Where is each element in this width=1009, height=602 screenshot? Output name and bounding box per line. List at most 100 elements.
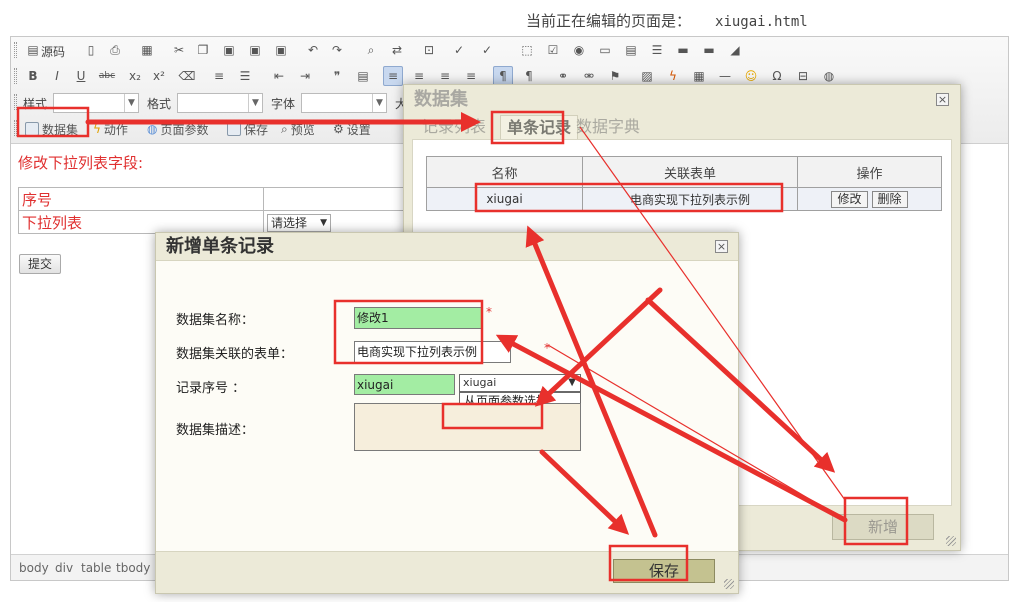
find-icon[interactable]: ⌕: [361, 40, 381, 60]
path-tbody[interactable]: tbody: [116, 561, 150, 575]
spellcheck-icon[interactable]: ✓: [449, 40, 469, 60]
font-combo[interactable]: ▼: [301, 93, 387, 113]
save-button[interactable]: 保存: [613, 559, 715, 583]
preview-button[interactable]: ⌕ 预览: [281, 119, 315, 139]
dataset-form-label: 数据集关联的表单：: [176, 347, 294, 362]
underline-icon[interactable]: U: [71, 66, 91, 86]
align-center-icon[interactable]: ≡: [409, 66, 429, 86]
copy-icon[interactable]: ❐: [193, 40, 213, 60]
unlink-icon[interactable]: ⚮: [579, 66, 599, 86]
numbered-list-icon[interactable]: ≡: [209, 66, 229, 86]
action-button[interactable]: ϟ 动作: [93, 119, 128, 139]
form-icon[interactable]: ⬚: [517, 40, 537, 60]
paste-word-icon[interactable]: ▣: [271, 40, 291, 60]
new-record-dialog-footer: 保存: [156, 551, 738, 593]
cell-form: 电商实现下拉列表示例: [582, 187, 798, 211]
style-combo[interactable]: ▼: [53, 93, 139, 113]
textfield-icon[interactable]: ▭: [595, 40, 615, 60]
strike-icon[interactable]: abc: [97, 66, 117, 86]
indent-icon[interactable]: ⇥: [295, 66, 315, 86]
path-body[interactable]: body: [19, 561, 49, 575]
new-page-icon[interactable]: ▯: [81, 40, 101, 60]
cut-icon[interactable]: ✂: [169, 40, 189, 60]
spellcheck-menu-icon[interactable]: ✓: [477, 40, 497, 60]
dropdown-select[interactable]: 请选择 ▼: [267, 213, 331, 232]
replace-icon[interactable]: ⇄: [387, 40, 407, 60]
select-field-icon[interactable]: ☰: [647, 40, 667, 60]
resize-grip-icon[interactable]: [724, 579, 734, 589]
bulleted-list-icon[interactable]: ☰: [235, 66, 255, 86]
smiley-icon[interactable]: ☺: [741, 66, 761, 86]
toolbar-grip: [14, 42, 17, 58]
outdent-icon[interactable]: ⇤: [269, 66, 289, 86]
paste-text-icon[interactable]: ▣: [245, 40, 265, 60]
record-seq-input[interactable]: xiugai: [354, 374, 455, 395]
undo-icon[interactable]: ↶: [303, 40, 323, 60]
table-icon[interactable]: ▦: [689, 66, 709, 86]
resize-grip-icon[interactable]: [946, 536, 956, 546]
blockquote-icon[interactable]: ❞: [327, 66, 347, 86]
close-icon[interactable]: ×: [936, 93, 949, 106]
dataset-form-input[interactable]: 电商实现下拉列表示例: [354, 341, 511, 363]
page-break-icon[interactable]: ⊟: [793, 66, 813, 86]
paste-icon[interactable]: ▣: [219, 40, 239, 60]
source-button[interactable]: 源码: [41, 43, 65, 60]
record-seq-label: 记录序号 ：: [176, 381, 246, 396]
rtl-icon[interactable]: ¶: [519, 66, 539, 86]
iframe-icon[interactable]: ◍: [819, 66, 839, 86]
textarea-icon[interactable]: ▤: [621, 40, 641, 60]
radio-icon[interactable]: ◉: [569, 40, 589, 60]
anchor-icon[interactable]: ⚑: [605, 66, 625, 86]
redo-icon[interactable]: ↷: [327, 40, 347, 60]
image-icon[interactable]: ▨: [637, 66, 657, 86]
superscript-icon[interactable]: x²: [149, 66, 169, 86]
div-icon[interactable]: ▤: [353, 66, 373, 86]
settings-button[interactable]: ⚙ 设置: [333, 119, 371, 139]
col-form: 关联表单: [582, 156, 798, 188]
settings-icon: ⚙: [333, 122, 344, 136]
select-all-icon[interactable]: ⊡: [419, 40, 439, 60]
align-left-icon[interactable]: ≡: [383, 66, 403, 86]
hidden-field-icon[interactable]: ◢: [725, 40, 745, 60]
dropdown-arrow-icon: ▼: [124, 94, 138, 112]
image-button-icon[interactable]: ▬: [699, 40, 719, 60]
template-icon[interactable]: ▦: [137, 40, 157, 60]
add-button[interactable]: 新增: [832, 514, 934, 540]
ltr-icon[interactable]: ¶: [493, 66, 513, 86]
tab-record-list[interactable]: 记录列表: [416, 115, 492, 139]
tab-single-record[interactable]: 单条记录: [500, 115, 579, 139]
page-params-button[interactable]: ◍ 页面参数: [147, 119, 209, 139]
save-toolbar-button[interactable]: 保存: [227, 119, 268, 139]
edit-button[interactable]: 修改: [831, 190, 868, 208]
justify-icon[interactable]: ≡: [461, 66, 481, 86]
checkbox-icon[interactable]: ☑: [543, 40, 563, 60]
dataset-desc-textarea[interactable]: [354, 403, 581, 451]
bold-icon[interactable]: B: [23, 66, 43, 86]
dataset-button[interactable]: 数据集: [25, 119, 78, 139]
path-table[interactable]: table: [81, 561, 111, 575]
remove-format-icon[interactable]: ⌫: [177, 66, 197, 86]
align-right-icon[interactable]: ≡: [435, 66, 455, 86]
format-combo[interactable]: ▼: [177, 93, 263, 113]
flash-icon[interactable]: ϟ: [663, 66, 683, 86]
special-char-icon[interactable]: Ω: [767, 66, 787, 86]
record-seq-select[interactable]: xiugai ▼: [459, 374, 581, 392]
italic-icon[interactable]: I: [47, 66, 67, 86]
submit-button[interactable]: 提交: [19, 254, 61, 274]
editing-label: 当前正在编辑的页面是：: [526, 12, 692, 30]
link-icon[interactable]: ⚭: [553, 66, 573, 86]
preview-icon: ⌕: [281, 121, 288, 136]
close-icon[interactable]: ×: [715, 240, 728, 253]
path-div[interactable]: div: [55, 561, 73, 575]
toolbar-row-1: ▤ 源码 ▯ ⎙ ▦ ✂ ❐ ▣ ▣ ▣ ↶ ↷ ⌕ ⇄ ⊡ ✓ ✓ ⬚ ☑ ◉…: [11, 37, 1008, 63]
subscript-icon[interactable]: x₂: [125, 66, 145, 86]
delete-button[interactable]: 删除: [871, 190, 908, 208]
horizontal-rule-icon[interactable]: —: [715, 66, 735, 86]
source-icon[interactable]: ▤: [23, 40, 43, 60]
button-field-icon[interactable]: ▬: [673, 40, 693, 60]
save-icon: [227, 122, 241, 136]
table-row: 下拉列表 请选择 ▼: [18, 210, 444, 234]
dataset-name-input[interactable]: 修改1: [354, 307, 482, 329]
print-icon[interactable]: ⎙: [105, 40, 125, 60]
tab-data-dictionary[interactable]: 数据字典: [570, 115, 646, 139]
